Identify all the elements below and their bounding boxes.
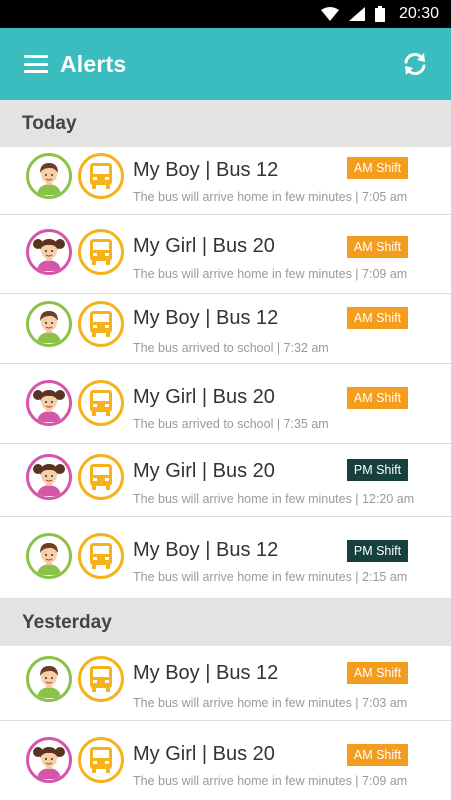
boy-avatar-icon [26,153,72,199]
boy-avatar-icon [26,301,72,347]
alert-title: My Girl | Bus 20 [133,460,275,482]
alert-title: My Boy | Bus 12 [133,539,279,561]
bus-icon [78,533,124,579]
status-time: 20:30 [398,5,439,22]
alert-row[interactable]: My Boy | Bus 12 The bus will arrive home … [0,517,451,599]
alert-row[interactable]: My Boy | Bus 12 The bus arrived to school… [0,294,451,364]
shift-badge: PM Shift [347,540,408,562]
signal-icon [348,7,365,21]
alert-message: The bus will arrive home in few minutes … [133,774,408,788]
wifi-icon [320,7,339,21]
page-title: Alerts [60,50,127,77]
alert-row[interactable]: My Girl | Bus 20 The bus arrived to schoo… [0,364,451,444]
alert-row[interactable]: My Boy | Bus 12 The bus will arrive home … [0,147,451,215]
alert-message: The bus will arrive home in few minutes … [133,696,408,710]
app-bar: Alerts [0,28,451,100]
alert-message: The bus will arrive home in few minutes … [133,492,415,506]
section-header-today: Today [0,100,451,147]
alert-title: My Boy | Bus 12 [133,662,279,684]
shift-badge: AM Shift [347,662,408,684]
boy-avatar-icon [26,656,72,702]
girl-avatar-icon [26,737,72,783]
shift-badge: AM Shift [347,744,408,766]
shift-badge: AM Shift [347,307,408,329]
alert-title: My Boy | Bus 12 [133,159,279,181]
alert-message: The bus will arrive home in few minutes … [133,570,408,584]
alert-message: The bus arrived to school | 7:35 am [133,417,329,431]
alert-row[interactable]: My Girl | Bus 20 The bus will arrive home… [0,215,451,294]
alert-title: My Boy | Bus 12 [133,307,279,329]
alert-title: My Girl | Bus 20 [133,743,275,765]
bus-icon [78,737,124,783]
status-bar: 20:30 [0,0,451,28]
bus-icon [78,301,124,347]
shift-badge: PM Shift [347,459,408,481]
refresh-icon[interactable] [401,50,429,78]
battery-icon [374,6,385,22]
alert-list-today: My Boy | Bus 12 The bus will arrive home … [0,147,451,599]
section-header-yesterday: Yesterday [0,599,451,646]
alert-message: The bus will arrive home in few minutes … [133,267,408,281]
girl-avatar-icon [26,229,72,275]
alert-row[interactable]: My Girl | Bus 20 The bus will arrive home… [0,721,451,800]
alert-message: The bus will arrive home in few minutes … [133,190,408,204]
alert-title: My Girl | Bus 20 [133,235,275,257]
boy-avatar-icon [26,533,72,579]
shift-badge: AM Shift [347,157,408,179]
alert-message: The bus arrived to school | 7:32 am [133,341,329,355]
girl-avatar-icon [26,380,72,426]
alert-list-yesterday: My Boy | Bus 12 The bus will arrive home … [0,646,451,800]
bus-icon [78,153,124,199]
bus-icon [78,229,124,275]
bus-icon [78,380,124,426]
menu-icon[interactable] [24,55,48,73]
alert-row[interactable]: My Boy | Bus 12 The bus will arrive home … [0,646,451,721]
bus-icon [78,656,124,702]
shift-badge: AM Shift [347,236,408,258]
alerts-screen: 20:30 Alerts Today My Boy | Bus 12 The bu… [0,0,451,800]
shift-badge: AM Shift [347,387,408,409]
girl-avatar-icon [26,454,72,500]
alert-row[interactable]: My Girl | Bus 20 The bus will arrive home… [0,444,451,517]
alert-title: My Girl | Bus 20 [133,386,275,408]
bus-icon [78,454,124,500]
